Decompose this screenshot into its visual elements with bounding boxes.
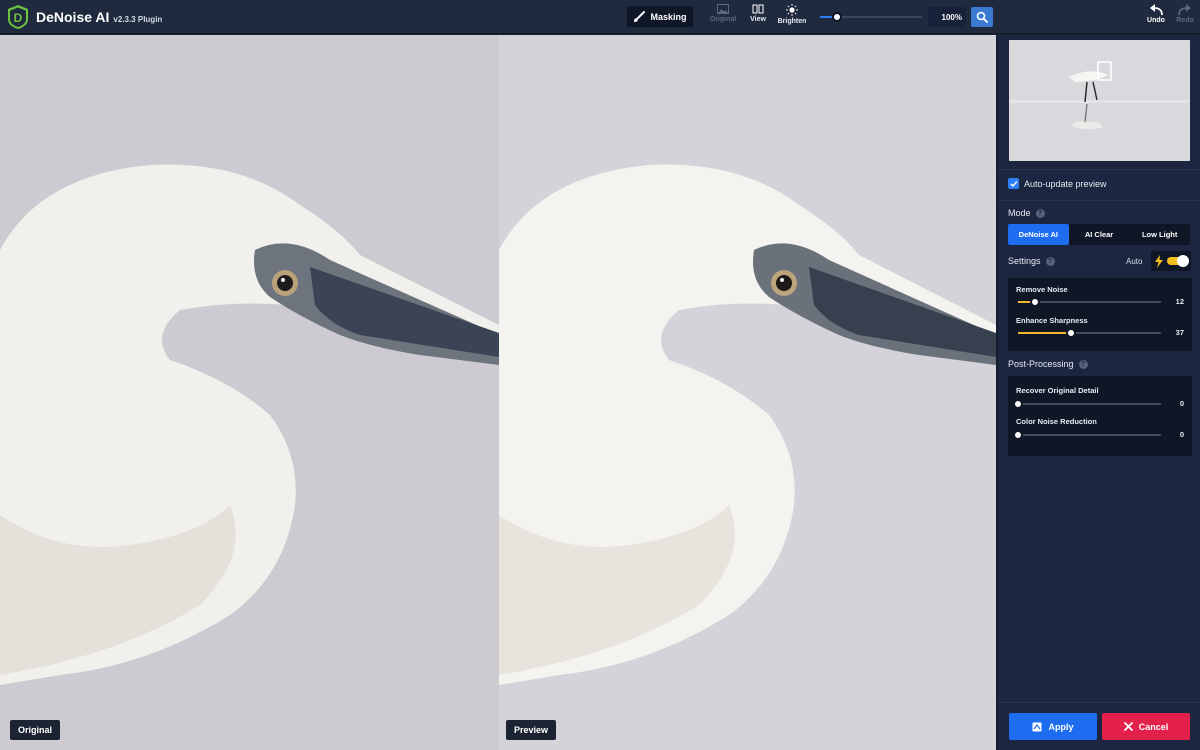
mode-selector: DeNoise AI AI Clear Low Light (1008, 224, 1190, 245)
post-processing-sliders-box: Recover Original Detail 0 Color Noise Re… (1008, 376, 1192, 456)
navigator-thumbnail[interactable] (1009, 40, 1190, 161)
close-icon (1123, 722, 1133, 731)
preview-image-pane[interactable]: Preview (499, 35, 996, 750)
settings-sliders-box: Remove Noise 12 Enhance Sharpness 37 (1008, 278, 1192, 351)
image-icon (717, 4, 729, 14)
cancel-label: Cancel (1138, 721, 1169, 732)
original-pane-label: Original (10, 720, 61, 740)
view-button[interactable]: View (740, 4, 776, 32)
recover-detail-slider[interactable] (1013, 399, 1161, 409)
redo-label: Redo (1176, 17, 1194, 24)
remove-noise-handle[interactable] (1030, 297, 1041, 307)
remove-noise-slider[interactable] (1018, 297, 1161, 307)
denoise-app: D DeNoise AI v2.3.3 Plugin Masking Origin… (0, 0, 1200, 750)
mode-low-light-button[interactable]: Low Light (1129, 224, 1190, 245)
top-toolbar: D DeNoise AI v2.3.3 Plugin Masking Origin… (0, 0, 1200, 34)
split-view-icon (752, 4, 764, 14)
app-name: DeNoise AI (36, 9, 110, 25)
magnifier-icon (976, 11, 988, 23)
enhance-sharpness-handle[interactable] (1065, 328, 1076, 338)
mode-title: Mode (1008, 208, 1031, 218)
apply-button[interactable]: Apply (1009, 713, 1097, 740)
denoise-logo-icon: D (8, 5, 28, 29)
masking-button[interactable]: Masking (627, 6, 693, 27)
svg-text:D: D (14, 11, 23, 25)
enhance-sharpness-label: Enhance Sharpness (1016, 316, 1088, 325)
redo-button[interactable]: Redo (1171, 4, 1199, 32)
color-noise-handle[interactable] (1013, 430, 1023, 440)
apply-label: Apply (1048, 721, 1074, 732)
auto-update-row[interactable]: Auto-update preview (1008, 178, 1107, 189)
masking-label: Masking (650, 11, 687, 22)
undo-button[interactable]: Undo (1142, 4, 1170, 32)
mode-denoise-ai-button[interactable]: DeNoise AI (1008, 224, 1069, 245)
remove-noise-value[interactable]: 12 (1176, 297, 1184, 306)
app-title: DeNoise AI v2.3.3 Plugin (36, 9, 162, 25)
mode-ai-clear-button[interactable]: AI Clear (1069, 224, 1130, 245)
question-icon[interactable]: ? (1078, 359, 1088, 369)
post-processing-title: Post-Processing (1008, 359, 1074, 369)
mode-section-title: Mode ? (1008, 208, 1045, 218)
brighten-button[interactable]: Brighten (774, 4, 810, 32)
zoom-slider-handle[interactable] (832, 12, 843, 22)
post-processing-section-title: Post-Processing ? (1008, 359, 1088, 369)
auto-toggle-knob (1177, 255, 1189, 267)
panel-divider (998, 169, 1200, 170)
view-label: View (750, 16, 766, 23)
zoom-button[interactable] (971, 7, 993, 27)
preview-pane-label: Preview (506, 720, 557, 740)
cancel-button[interactable]: Cancel (1102, 713, 1190, 740)
panel-divider (998, 702, 1200, 703)
remove-noise-label: Remove Noise (1016, 285, 1068, 294)
auto-label: Auto (1126, 257, 1143, 266)
redo-arrow-icon (1178, 4, 1191, 16)
auto-settings-toggle[interactable] (1151, 251, 1191, 271)
auto-update-checkbox[interactable] (1008, 178, 1019, 189)
brighten-label: Brighten (777, 18, 807, 25)
recover-detail-label: Recover Original Detail (1016, 386, 1099, 395)
egret-original-image (0, 164, 499, 685)
color-noise-slider[interactable] (1013, 430, 1161, 440)
settings-title: Settings (1008, 256, 1041, 266)
settings-section-title: Settings ? (1008, 256, 1055, 266)
zoom-slider[interactable] (820, 12, 922, 22)
lightning-icon (1155, 254, 1163, 268)
question-icon[interactable]: ? (1045, 256, 1055, 266)
auto-update-label: Auto-update preview (1024, 178, 1107, 189)
app-version: v2.3.3 Plugin (113, 15, 163, 24)
undo-label: Undo (1147, 17, 1165, 24)
undo-arrow-icon (1150, 4, 1163, 16)
panel-divider (998, 200, 1200, 201)
egret-preview-image (499, 164, 996, 685)
recover-detail-value[interactable]: 0 (1180, 399, 1184, 408)
navigator-image (1009, 40, 1190, 161)
original-toggle-button[interactable]: Original (705, 4, 741, 32)
enhance-sharpness-fill (1018, 332, 1071, 334)
question-icon[interactable]: ? (1035, 208, 1045, 218)
original-label: Original (709, 16, 737, 23)
checkmark-icon (1010, 180, 1018, 187)
settings-panel: Auto-update preview Mode ? DeNoise AI AI… (997, 35, 1200, 750)
sun-icon (786, 4, 798, 16)
auto-toggle-track (1167, 255, 1189, 267)
brush-icon (634, 10, 646, 22)
color-noise-value[interactable]: 0 (1180, 430, 1184, 439)
original-image-pane[interactable]: Original (0, 35, 499, 750)
color-noise-label: Color Noise Reduction (1016, 417, 1097, 426)
enhance-sharpness-slider[interactable] (1018, 328, 1161, 338)
save-icon (1032, 722, 1042, 731)
zoom-level-field[interactable]: 100% (928, 7, 966, 27)
enhance-sharpness-value[interactable]: 37 (1176, 328, 1184, 337)
recover-detail-handle[interactable] (1013, 399, 1023, 409)
